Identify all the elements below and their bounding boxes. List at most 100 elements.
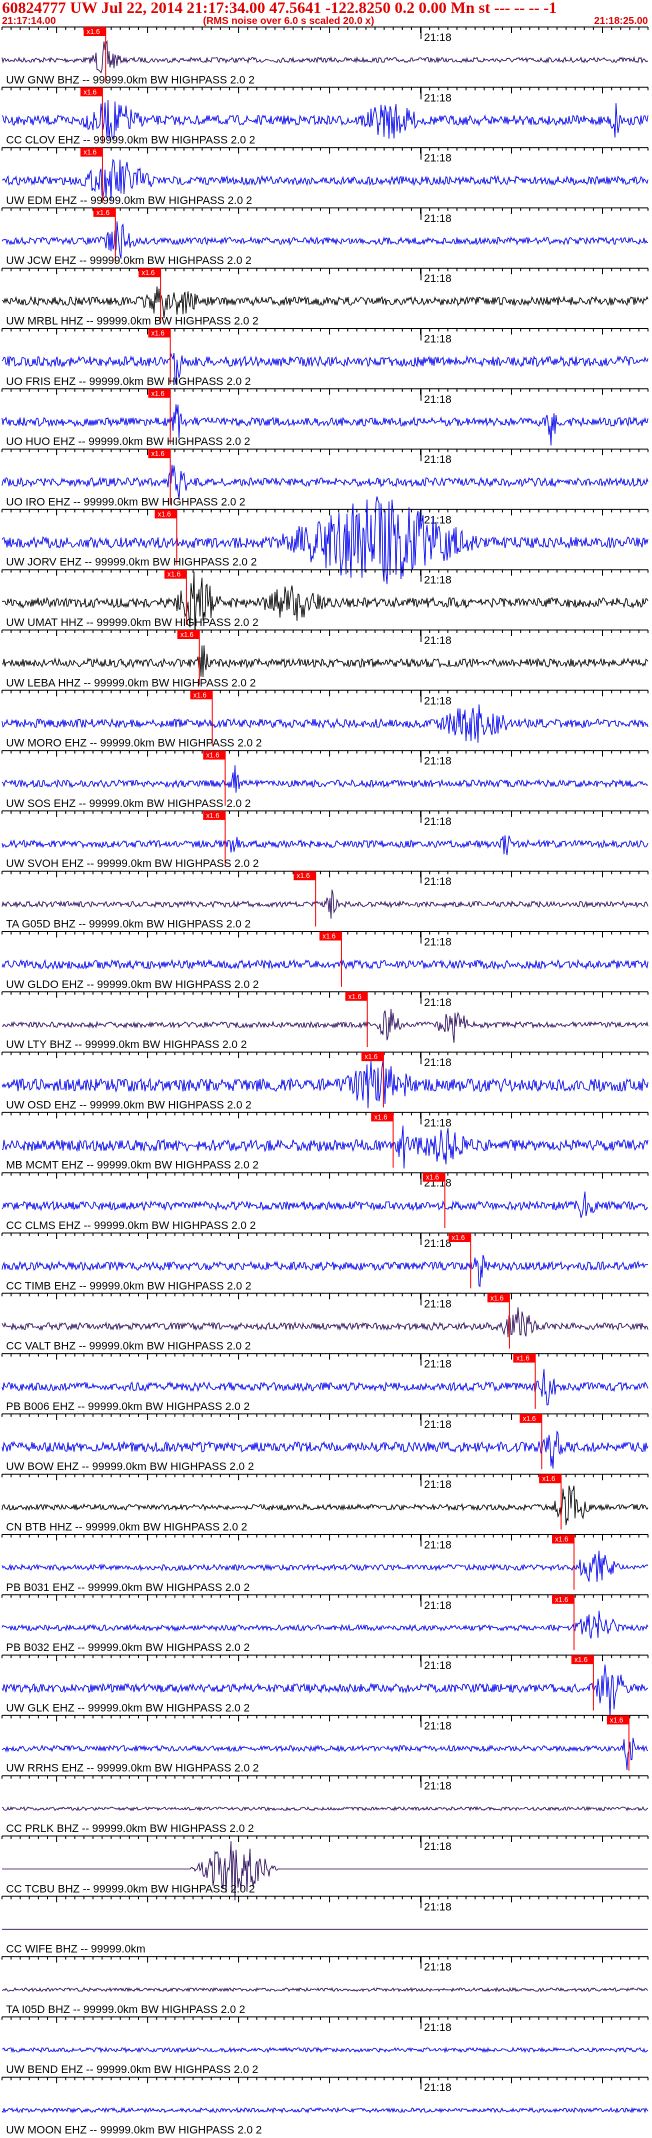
pick-label: x1.6 <box>96 210 109 217</box>
trace-label: CC WIFE BHZ -- 99999.0km <box>6 1944 145 1956</box>
pick-label: x1.6 <box>555 1537 568 1544</box>
pick-label: x1.6 <box>180 632 193 639</box>
trace-label: UW LEBA HHZ -- 99999.0km BW HIGHPASS 2.0… <box>6 677 256 689</box>
pick-label: x1.6 <box>83 89 96 96</box>
waveform-trace <box>1 1191 649 1218</box>
trace-label: TA I05D BHZ -- 99999.0km BW HIGHPASS 2.0… <box>6 2004 245 2016</box>
trace-label: UO HUO EHZ -- 99999.0km BW HIGHPASS 2.0 … <box>6 436 250 448</box>
trace-label: UW RRHS EHZ -- 99999.0km BW HIGHPASS 2.0… <box>6 1763 259 1775</box>
trace-label: TA G05D BHZ -- 99999.0km BW HIGHPASS 2.0… <box>6 919 251 931</box>
minute-label: 21:18 <box>424 273 452 285</box>
seismogram-plot: 21:18 x1.6 UW GNW BHZ -- 99999.0km BW HIGH… <box>1 26 649 2137</box>
waveform-trace <box>1 645 649 678</box>
pick-label: x1.6 <box>364 1054 377 1061</box>
minute-label: 21:18 <box>424 2082 452 2094</box>
pick-label: x1.6 <box>452 1235 465 1242</box>
trace-label: MB MCMT EHZ -- 99999.0km BW HIGHPASS 2.0… <box>6 1160 259 1172</box>
minute-label: 21:18 <box>424 635 452 647</box>
minute-label: 21:18 <box>424 1660 452 1672</box>
minute-label: 21:18 <box>424 1057 452 1069</box>
waveform-trace <box>1 221 649 259</box>
waveform-trace <box>1 1805 649 1812</box>
waveform-trace <box>1 1485 649 1526</box>
minute-label: 21:18 <box>424 1298 452 1310</box>
waveform-trace <box>1 1986 649 1993</box>
pick-label: x1.6 <box>523 1416 536 1423</box>
minute-label: 21:18 <box>424 1600 452 1612</box>
pick-label: x1.6 <box>348 994 361 1001</box>
trace-label: CC CLOV EHZ -- 99999.0km BW HIGHPASS 2.0… <box>6 135 255 147</box>
minute-label: 21:18 <box>424 514 452 526</box>
trace-label: CC CLMS EHZ -- 99999.0km BW HIGHPASS 2.0… <box>6 1220 256 1232</box>
trace-label: UW MOON EHZ -- 99999.0km BW HIGHPASS 2.0… <box>6 2125 262 2137</box>
waveform-trace <box>1 2106 649 2114</box>
minute-label: 21:18 <box>424 1419 452 1431</box>
trace-label: PB B032 EHZ -- 99999.0km BW HIGHPASS 2.0… <box>6 1642 250 1654</box>
pick-label: x1.6 <box>151 451 164 458</box>
minute-label: 21:18 <box>424 695 452 707</box>
minute-label: 21:18 <box>424 1540 452 1552</box>
minute-label: 21:18 <box>424 32 452 44</box>
trace-label: UW LTY BHZ -- 99999.0km BW HIGHPASS 2.0 … <box>6 1039 247 1051</box>
trace-label: UW OSD EHZ -- 99999.0km BW HIGHPASS 2.0 … <box>6 1099 252 1111</box>
minute-label: 21:18 <box>424 816 452 828</box>
pick-label: x1.6 <box>610 1717 623 1724</box>
waveform-trace <box>1 39 649 74</box>
trace-label: PB B006 EHZ -- 99999.0km BW HIGHPASS 2.0… <box>6 1401 250 1413</box>
trace-label: UW EDM EHZ -- 99999.0km BW HIGHPASS 2.0 … <box>6 195 252 207</box>
trace-label: UW JCW EHZ -- 99999.0km BW HIGHPASS 2.0 … <box>6 255 252 267</box>
trace-label: CC VALT BHZ -- 99999.0km BW HIGHPASS 2.0… <box>6 1341 251 1353</box>
trace-label: UW SVOH EHZ -- 99999.0km BW HIGHPASS 2.0… <box>6 858 259 870</box>
pick-label: x1.6 <box>322 934 335 941</box>
minute-label: 21:18 <box>424 1720 452 1732</box>
pick-label: x1.6 <box>151 391 164 398</box>
trace-label: UW BOW EHZ -- 99999.0km BW HIGHPASS 2.0 … <box>6 1461 254 1473</box>
trace-label: UO FRIS EHZ -- 99999.0km BW HIGHPASS 2.0… <box>6 376 251 388</box>
waveform-trace <box>1 1550 649 1582</box>
header-bar: 60824777 UW Jul 22, 2014 21:17:34.00 47.… <box>0 0 652 27</box>
minute-label: 21:18 <box>424 213 452 225</box>
waveform-trace <box>1 835 649 856</box>
trace-label: UW GNW BHZ -- 99999.0km BW HIGHPASS 2.0 … <box>6 74 255 86</box>
waveform-trace <box>1 464 649 500</box>
minute-label: 21:18 <box>424 1479 452 1491</box>
trace-label: UW GLDO EHZ -- 99999.0km BW HIGHPASS 2.0… <box>6 979 259 991</box>
pick-label: x1.6 <box>158 511 171 518</box>
waveform-trace <box>1 1369 649 1406</box>
trace-label: CN BTB HHZ -- 99999.0km BW HIGHPASS 2.0 … <box>6 1522 247 1534</box>
minute-label: 21:18 <box>424 575 452 587</box>
minute-label: 21:18 <box>424 2022 452 2034</box>
minute-label: 21:18 <box>424 876 452 888</box>
pick-label: x1.6 <box>87 29 100 36</box>
minute-label: 21:18 <box>424 334 452 346</box>
trace-label: UW MRBL HHZ -- 99999.0km BW HIGHPASS 2.0… <box>6 316 258 328</box>
waveform-trace <box>1 2046 648 2054</box>
minute-label: 21:18 <box>424 937 452 949</box>
minute-label: 21:18 <box>424 454 452 466</box>
minute-label: 21:18 <box>424 153 452 165</box>
minute-label: 21:18 <box>424 997 452 1009</box>
trace-label: UW GLK EHZ -- 99999.0km BW HIGHPASS 2.0 … <box>6 1702 250 1714</box>
minute-label: 21:18 <box>424 1962 452 1974</box>
trace-label: UW JORV EHZ -- 99999.0km BW HIGHPASS 2.0… <box>6 557 257 569</box>
pick-label: x1.6 <box>193 692 206 699</box>
minute-label: 21:18 <box>424 1117 452 1129</box>
pick-label: x1.6 <box>426 1175 439 1182</box>
waveform-trace <box>1 765 649 793</box>
trace-label: UO IRO EHZ -- 99999.0km BW HIGHPASS 2.0 … <box>6 496 245 508</box>
pick-label: x1.6 <box>297 873 310 880</box>
waveform-trace <box>1 1008 649 1043</box>
pick-label: x1.6 <box>83 150 96 157</box>
waveform-trace <box>1 889 649 919</box>
trace-label: CC TIMB EHZ -- 99999.0km BW HIGHPASS 2.0… <box>6 1280 251 1292</box>
minute-label: 21:18 <box>424 1901 452 1913</box>
waveform-trace <box>1 1610 649 1639</box>
minute-label: 21:18 <box>424 756 452 768</box>
pick-label: x1.6 <box>542 1476 555 1483</box>
trace-label: UW SOS EHZ -- 99999.0km BW HIGHPASS 2.0 … <box>6 798 251 810</box>
trace-label: UW MORO EHZ -- 99999.0km BW HIGHPASS 2.0… <box>6 738 262 750</box>
pick-label: x1.6 <box>167 572 180 579</box>
minute-label: 21:18 <box>424 1238 452 1250</box>
trace-label: CC PRLK BHZ -- 99999.0km BW HIGHPASS 2.0… <box>6 1823 254 1835</box>
minute-label: 21:18 <box>424 394 452 406</box>
